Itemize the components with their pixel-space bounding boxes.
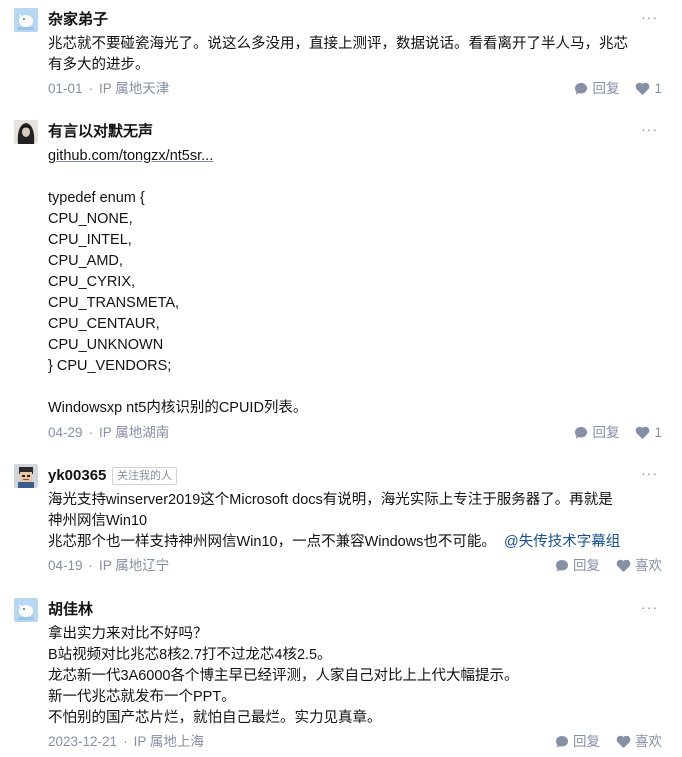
comment-line: 龙芯新一代3A6000各个博主早已经评测，人家自己对比上上代大幅提示。	[48, 668, 519, 684]
dark-portrait-avatar-icon	[14, 120, 38, 144]
pixel-character-avatar-icon	[14, 464, 38, 488]
reply-button[interactable]: 回复	[574, 422, 619, 443]
comment-author[interactable]: 胡佳林	[48, 598, 93, 622]
comment-line: B站视频对比兆芯8核2.7打不过龙芯4核2.5。	[48, 647, 332, 663]
comment-body: 海光支持winserver2019这个Microsoft docs有说明，海光实…	[48, 490, 658, 553]
comment-line: CPU_AMD,	[48, 253, 123, 269]
comment-date: 2023-12-21	[48, 734, 118, 749]
ip-location: IP 属地上海	[133, 734, 204, 749]
comment-author[interactable]: yk00365	[48, 464, 106, 488]
ip-location: IP 属地天津	[99, 81, 170, 96]
comment-line: CPU_NONE,	[48, 211, 133, 227]
chat-bubble-icon	[556, 559, 568, 572]
comment-author[interactable]: 杂家弟子	[48, 8, 108, 32]
comment-line: CPU_CENTAUR,	[48, 316, 160, 332]
comment-line: 兆芯就不要碰瓷海光了。说这么多没用，直接上测评，数据说话。看看离开了半人马，兆芯	[48, 36, 628, 52]
avatar[interactable]	[14, 8, 38, 32]
comment-item: 胡佳林 ··· 拿出实力来对比不好吗？ B站视频对比兆芯8核2.7打不过龙芯4核…	[0, 598, 682, 754]
chat-bubble-icon	[575, 426, 588, 439]
like-button[interactable]: 喜欢	[616, 555, 662, 576]
comment-meta: 2023-12-21 · IP 属地上海	[48, 734, 204, 749]
comment-line: 不怕别的国产芯片烂，就怕自己最烂。实力见真章。	[48, 710, 382, 726]
comment-line	[48, 377, 658, 398]
comment-body: github.com/tongzx/nt5sr... typedef enum …	[48, 146, 658, 419]
comment-date: 01-01	[48, 81, 83, 96]
comment-meta: 01-01 · IP 属地天津	[48, 81, 170, 96]
avatar[interactable]	[14, 120, 38, 144]
comment-actions: 回复 喜欢	[539, 555, 662, 576]
like-label: 喜欢	[635, 734, 662, 749]
ip-location: IP 属地湖南	[99, 425, 170, 440]
comment-line: 拿出实力来对比不好吗？	[48, 626, 208, 642]
heart-icon	[616, 735, 631, 748]
ip-location: IP 属地辽宁	[99, 558, 170, 573]
comment-author[interactable]: 有言以对默无声	[48, 120, 153, 144]
blue-bird-default-avatar-icon	[14, 8, 38, 32]
avatar[interactable]	[14, 598, 38, 622]
comment-line: typedef enum {	[48, 190, 145, 206]
more-options-icon[interactable]: ···	[641, 464, 658, 488]
comment-item: 杂家弟子 ··· 兆芯就不要碰瓷海光了。说这么多没用，直接上测评，数据说话。看看…	[0, 8, 682, 103]
comment-line: CPU_INTEL,	[48, 232, 132, 248]
comment-actions: 回复 1	[558, 78, 662, 99]
like-button[interactable]: 1	[635, 422, 662, 443]
comment-item: 有言以对默无声 ··· github.com/tongzx/nt5sr... t…	[0, 120, 682, 450]
more-options-icon[interactable]: ···	[641, 598, 658, 622]
reply-button[interactable]: 回复	[555, 555, 600, 576]
chat-bubble-icon	[556, 735, 568, 748]
comment-actions: 回复 1	[558, 422, 662, 443]
reply-button[interactable]: 回复	[574, 78, 619, 99]
like-count: 1	[654, 81, 662, 96]
like-button[interactable]: 喜欢	[616, 731, 662, 752]
like-label: 喜欢	[635, 558, 662, 573]
reply-button[interactable]: 回复	[555, 731, 600, 752]
comment-line: 海光支持winserver2019这个Microsoft docs有说明，海光实…	[48, 492, 613, 508]
comment-meta: 04-19 · IP 属地辽宁	[48, 558, 170, 573]
comment-date: 04-29	[48, 425, 83, 440]
heart-icon	[636, 82, 650, 95]
follower-badge: 关注我的人	[112, 467, 177, 485]
comment-line: CPU_CYRIX,	[48, 274, 136, 290]
comment-item: yk00365 关注我的人 ··· 海光支持winserver2019这个Mic…	[0, 464, 682, 579]
comment-line: } CPU_VENDORS;	[48, 358, 172, 374]
reply-label: 回复	[592, 425, 620, 440]
comment-line: CPU_TRANSMETA,	[48, 295, 180, 311]
comment-line: 有多大的进步。	[48, 57, 150, 73]
github-link[interactable]: github.com/tongzx/nt5sr...	[48, 148, 213, 164]
more-options-icon[interactable]: ···	[641, 8, 658, 32]
comment-actions: 回复 喜欢	[539, 731, 662, 752]
chat-bubble-icon	[575, 82, 588, 95]
mention-link[interactable]: @失传技术字幕组	[504, 534, 620, 550]
blue-bird-default-avatar-icon	[14, 598, 38, 622]
reply-label: 回复	[592, 81, 620, 96]
more-options-icon[interactable]: ···	[641, 120, 658, 144]
avatar[interactable]	[14, 464, 38, 488]
heart-icon	[616, 559, 631, 572]
like-count: 1	[654, 425, 662, 440]
comment-body: 兆芯就不要碰瓷海光了。说这么多没用，直接上测评，数据说话。看看离开了半人马，兆芯…	[48, 34, 658, 76]
reply-label: 回复	[573, 734, 600, 749]
comment-meta: 04-29 · IP 属地湖南	[48, 425, 170, 440]
comment-line: CPU_UNKNOWN	[48, 337, 164, 353]
comment-line: 新一代兆芯就发布一个PPT。	[48, 689, 236, 705]
comment-date: 04-19	[48, 558, 83, 573]
heart-icon	[636, 426, 650, 439]
comment-line	[48, 167, 658, 188]
reply-label: 回复	[573, 558, 600, 573]
comment-line: Windowsxp nt5内核识别的CPUID列表。	[48, 400, 308, 416]
like-button[interactable]: 1	[635, 78, 662, 99]
comment-line: 神州网信Win10	[48, 513, 148, 529]
comment-body: 拿出实力来对比不好吗？ B站视频对比兆芯8核2.7打不过龙芯4核2.5。 龙芯新…	[48, 624, 658, 729]
comment-line: 兆芯那个也一样支持神州网信Win10，一点不兼容Windows也不可能。	[48, 534, 496, 550]
